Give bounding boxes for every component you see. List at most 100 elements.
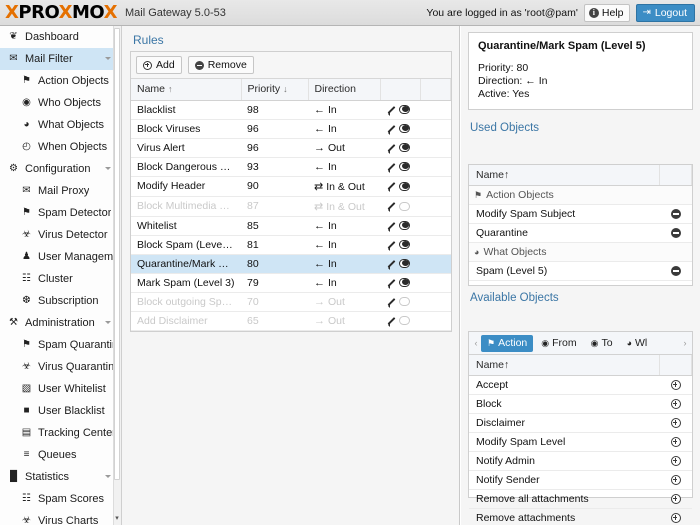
add-icon[interactable] <box>671 399 681 409</box>
remove-button[interactable]: Remove <box>188 56 254 74</box>
edit-icon[interactable] <box>386 201 396 211</box>
table-row[interactable]: Whitelist85←In <box>131 216 451 235</box>
used-object-row[interactable]: Quarantine <box>469 224 692 243</box>
edit-icon[interactable] <box>386 221 396 231</box>
sidebar-item-spam-detector[interactable]: ⚑Spam Detector <box>0 202 121 224</box>
chevron-down-icon[interactable] <box>105 57 111 60</box>
add-icon[interactable] <box>671 437 681 447</box>
sidebar-item-administration[interactable]: ⚒Administration <box>0 312 121 334</box>
add-icon[interactable] <box>671 513 681 523</box>
avail-column-header-name[interactable]: Name↑ <box>469 355 660 376</box>
remove-icon[interactable] <box>671 266 681 276</box>
table-row[interactable]: Add Disclaimer65→Out <box>131 311 451 330</box>
tab-scroll-left-icon[interactable]: ‹ <box>471 338 481 348</box>
toggle-active-icon[interactable] <box>399 221 410 230</box>
edit-icon[interactable] <box>386 259 396 269</box>
sidebar-item-mail-proxy[interactable]: ✉Mail Proxy <box>0 180 121 202</box>
add-icon[interactable] <box>671 456 681 466</box>
used-object-row[interactable]: Modify Spam Subject <box>469 205 692 224</box>
available-object-row[interactable]: Accept <box>469 376 692 395</box>
chevron-down-icon[interactable] <box>105 475 111 478</box>
table-row[interactable]: Blacklist98←In <box>131 100 451 119</box>
table-row[interactable]: Block Multimedia Files87⇄In & Out <box>131 196 451 216</box>
used-object-row[interactable]: Spam (Level 5) <box>469 262 692 281</box>
add-icon[interactable] <box>671 494 681 504</box>
edit-icon[interactable] <box>386 105 396 115</box>
remove-icon[interactable] <box>671 228 681 238</box>
scroll-down-icon[interactable]: ▾ <box>113 515 121 523</box>
remove-icon[interactable] <box>671 209 681 219</box>
toggle-active-icon[interactable] <box>399 162 410 171</box>
sidebar-item-spam-quarantine[interactable]: ⚑Spam Quarantine <box>0 334 121 356</box>
toggle-active-icon[interactable] <box>399 143 410 152</box>
add-icon[interactable] <box>671 380 681 390</box>
sidebar-item-who-objects[interactable]: ◉Who Objects <box>0 92 121 114</box>
sidebar-item-action-objects[interactable]: ⚑Action Objects <box>0 70 121 92</box>
available-object-row[interactable]: Remove attachments <box>469 509 692 525</box>
help-button[interactable]: i Help <box>584 4 631 22</box>
sidebar-item-spam-scores[interactable]: ☷Spam Scores <box>0 488 121 510</box>
table-row[interactable]: Block Spam (Level 10)81←In <box>131 235 451 254</box>
toggle-active-icon[interactable] <box>399 124 410 133</box>
sidebar-scrollbar[interactable]: ▾ <box>113 26 121 525</box>
table-row[interactable]: Block Dangerous Files93←In <box>131 157 451 176</box>
toggle-active-icon[interactable] <box>399 182 410 191</box>
available-object-row[interactable]: Modify Spam Level <box>469 433 692 452</box>
available-object-row[interactable]: Disclaimer <box>469 414 692 433</box>
column-header-name[interactable]: Name↑ <box>131 79 241 100</box>
edit-icon[interactable] <box>386 143 396 153</box>
edit-icon[interactable] <box>386 297 396 307</box>
edit-icon[interactable] <box>386 181 396 191</box>
sidebar-item-cluster[interactable]: ☷Cluster <box>0 268 121 290</box>
toggle-active-icon[interactable] <box>399 202 410 211</box>
tab-from[interactable]: ◉From <box>535 335 582 352</box>
available-object-row[interactable]: Notify Sender <box>469 471 692 490</box>
sidebar-item-virus-charts[interactable]: ☣Virus Charts <box>0 510 121 525</box>
table-row[interactable]: Block outgoing Spam70→Out <box>131 292 451 311</box>
tab-to[interactable]: ◉To <box>585 335 619 352</box>
column-header-direction[interactable]: Direction <box>308 79 380 100</box>
available-object-row[interactable]: Notify Admin <box>469 452 692 471</box>
column-header-priority[interactable]: Priority↓ <box>241 79 308 100</box>
edit-icon[interactable] <box>386 240 396 250</box>
sidebar-scrollbar-thumb[interactable] <box>114 28 120 480</box>
add-icon[interactable] <box>671 475 681 485</box>
tab-wl[interactable]: ◕Wl <box>621 335 654 352</box>
toggle-active-icon[interactable] <box>399 259 410 268</box>
tab-action[interactable]: ⚑Action <box>481 335 533 352</box>
edit-icon[interactable] <box>386 316 396 326</box>
sidebar-item-tracking-center[interactable]: ▤Tracking Center <box>0 422 121 444</box>
toggle-active-icon[interactable] <box>399 105 410 114</box>
sidebar-item-user-blacklist[interactable]: ■User Blacklist <box>0 400 121 422</box>
sidebar-item-when-objects[interactable]: ◴When Objects <box>0 136 121 158</box>
table-row[interactable]: Virus Alert96→Out <box>131 138 451 157</box>
sidebar-item-what-objects[interactable]: ◕What Objects <box>0 114 121 136</box>
chevron-down-icon[interactable] <box>105 167 111 170</box>
sidebar-item-virus-quarantine[interactable]: ☣Virus Quarantine <box>0 356 121 378</box>
sidebar-item-queues[interactable]: ≡Queues <box>0 444 121 466</box>
table-row[interactable]: Modify Header90⇄In & Out <box>131 176 451 196</box>
table-row[interactable]: Mark Spam (Level 3)79←In <box>131 273 451 292</box>
toggle-active-icon[interactable] <box>399 316 410 325</box>
edit-icon[interactable] <box>386 124 396 134</box>
sidebar-item-dashboard[interactable]: ❦Dashboard <box>0 26 121 48</box>
toggle-active-icon[interactable] <box>399 240 410 249</box>
add-icon[interactable] <box>671 418 681 428</box>
sidebar-item-configuration[interactable]: ⚙Configuration <box>0 158 121 180</box>
sidebar-item-subscription[interactable]: ❆Subscription <box>0 290 121 312</box>
available-object-row[interactable]: Remove all attachments <box>469 490 692 509</box>
chevron-down-icon[interactable] <box>105 321 111 324</box>
sidebar-item-mail-filter[interactable]: ✉Mail Filter <box>0 48 121 70</box>
tab-scroll-right-icon[interactable]: › <box>680 338 690 348</box>
logout-button[interactable]: ⇥ Logout <box>636 4 695 22</box>
sidebar-item-statistics[interactable]: █Statistics <box>0 466 121 488</box>
edit-icon[interactable] <box>386 162 396 172</box>
sidebar-item-user-management[interactable]: ♟User Management <box>0 246 121 268</box>
sidebar-item-virus-detector[interactable]: ☣Virus Detector <box>0 224 121 246</box>
toggle-active-icon[interactable] <box>399 278 410 287</box>
add-button[interactable]: Add <box>136 56 182 74</box>
sidebar-item-user-whitelist[interactable]: ▧User Whitelist <box>0 378 121 400</box>
available-object-row[interactable]: Block <box>469 395 692 414</box>
used-column-header-name[interactable]: Name↑ <box>469 165 660 186</box>
table-row[interactable]: Quarantine/Mark Sp...80←In <box>131 254 451 273</box>
